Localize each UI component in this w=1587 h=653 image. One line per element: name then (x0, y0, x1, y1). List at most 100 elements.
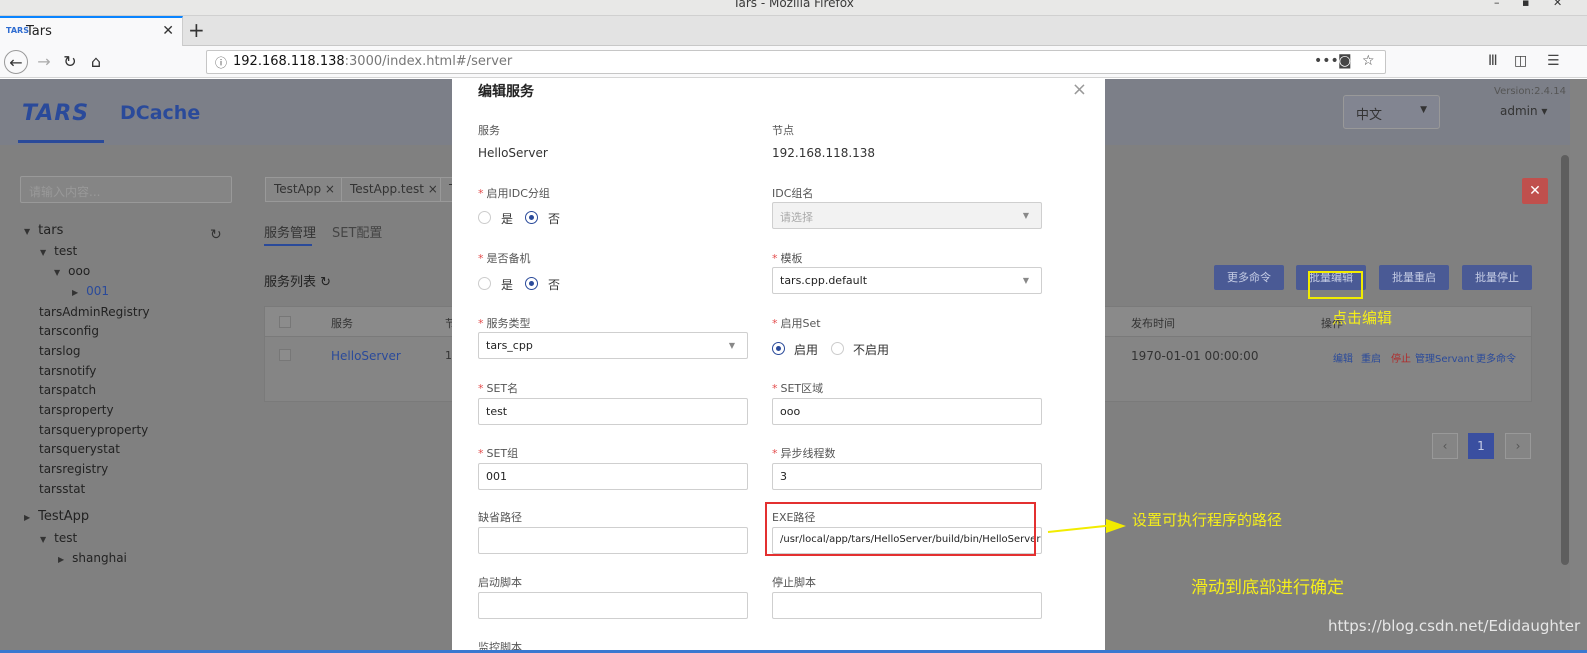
sidebar-toggle-icon[interactable]: ◫ (1514, 53, 1527, 69)
tree-node[interactable]: tarsproperty (39, 403, 114, 417)
set-group-label: * SET组 (478, 447, 519, 460)
restart-link[interactable]: 重启 (1361, 350, 1381, 365)
stop-link[interactable]: 停止 (1391, 350, 1411, 365)
idc-enable-label: * 启用IDC分组 (478, 187, 550, 200)
hamburger-menu-icon[interactable]: ☰ (1547, 53, 1560, 69)
active-tab-underline (264, 244, 312, 246)
node-label: 节点 (772, 124, 794, 137)
start-script-label: 启动脚本 (478, 576, 522, 589)
node-value: 192.168.118.138 (772, 146, 876, 160)
edit-link[interactable]: 编辑 (1333, 350, 1353, 365)
backup-yes-label: 是 (501, 278, 514, 292)
new-tab-icon[interactable]: + (188, 18, 205, 42)
tab-set-config[interactable]: SET配置 (332, 222, 382, 241)
modal-title: 编辑服务 (478, 84, 534, 100)
url-bar[interactable]: ⓘ 192.168.118.138:3000/index.html#/serve… (206, 50, 1386, 74)
idc-group-select[interactable]: 请选择 ▼ (772, 202, 1042, 229)
close-window-icon[interactable]: ✕ (1553, 0, 1562, 9)
set-group-input[interactable]: 001 (478, 463, 748, 490)
tree-refresh-icon[interactable]: ↻ (210, 227, 222, 243)
tars-favicon-icon: TARS (6, 26, 29, 35)
pocket-icon[interactable]: ◙ (1338, 53, 1352, 69)
browser-tabbar: TARS Tars ✕ + (0, 16, 1587, 46)
reload-icon[interactable]: ↻ (58, 50, 82, 74)
scrollbar-thumb[interactable] (1561, 155, 1569, 565)
set-disable-radio[interactable] (831, 342, 844, 355)
user-menu[interactable]: admin ▾ (1500, 104, 1547, 118)
tree-node[interactable]: ▼ ooo (54, 264, 90, 278)
idc-yes-radio[interactable] (478, 211, 491, 224)
more-commands-link[interactable]: 更多命令 (1476, 350, 1516, 365)
home-icon[interactable]: ⌂ (84, 50, 108, 74)
logo-active-underline (18, 140, 104, 143)
dcache-logo[interactable]: DCache (120, 102, 200, 124)
minimize-icon[interactable]: – (1494, 0, 1500, 9)
select-all-checkbox[interactable] (279, 316, 291, 328)
backup-yes-radio[interactable] (478, 277, 491, 290)
tree-node[interactable]: tarsnotify (39, 364, 96, 378)
edit-service-modal: 编辑服务 × 服务 HelloServer 节点 192.168.118.138… (452, 79, 1105, 653)
set-area-input[interactable]: ooo (772, 398, 1042, 425)
page-scrollbar[interactable] (1570, 79, 1587, 653)
row-checkbox[interactable] (279, 349, 291, 361)
tree-node[interactable]: tarslog (39, 344, 81, 358)
annotation-highlight-box (1308, 271, 1363, 299)
tars-logo[interactable]: TARS (22, 101, 89, 126)
modal-close-icon[interactable]: × (1072, 79, 1087, 100)
pager-prev-icon[interactable]: ‹ (1432, 433, 1458, 459)
tree-node[interactable]: tarsregistry (39, 462, 108, 476)
set-enable-label: * 启用Set (772, 317, 821, 330)
page-actions-icon[interactable]: ••• (1314, 53, 1339, 69)
set-enable-radio[interactable] (772, 342, 785, 355)
batch-restart-button[interactable]: 批量重启 (1379, 265, 1449, 290)
tree-node[interactable]: ▼ tars (24, 223, 63, 238)
tree-node[interactable]: tarsconfig (39, 324, 99, 338)
chevron-down-icon: ▼ (1022, 276, 1029, 285)
library-icon[interactable]: Ⅲ (1488, 53, 1498, 69)
default-path-input[interactable] (478, 527, 748, 554)
close-icon[interactable]: ✕ (1522, 178, 1548, 204)
async-threads-label: * 异步线程数 (772, 447, 836, 460)
bookmark-star-icon[interactable]: ☆ (1362, 53, 1375, 69)
tree-node[interactable]: ▼ test (40, 531, 77, 545)
batch-stop-button[interactable]: 批量停止 (1462, 265, 1532, 290)
tree-search-input[interactable]: 请输入内容... (20, 176, 232, 203)
service-link[interactable]: HelloServer (331, 349, 401, 363)
backup-no-radio[interactable] (525, 277, 538, 290)
maximize-icon[interactable]: ▪ (1522, 0, 1529, 9)
tab-close-icon[interactable]: ✕ (162, 23, 174, 39)
set-name-input[interactable]: test (478, 398, 748, 425)
pager-page[interactable]: 1 (1468, 433, 1494, 459)
pager-next-icon[interactable]: › (1505, 433, 1531, 459)
tree-node[interactable]: ▶ shanghai (58, 551, 127, 565)
back-icon[interactable]: ← (4, 50, 28, 74)
language-select[interactable]: 中文 ▼ (1343, 95, 1440, 129)
tree-node[interactable]: tarsAdminRegistry (39, 305, 150, 319)
app-tab[interactable]: TestApp × (265, 177, 344, 202)
template-select[interactable]: tars.cpp.default ▼ (772, 267, 1042, 294)
idc-no-radio[interactable] (525, 211, 538, 224)
async-threads-input[interactable]: 3 (772, 463, 1042, 490)
app-tab[interactable]: TestApp.test × (341, 177, 447, 202)
refresh-icon[interactable]: ↻ (320, 275, 331, 290)
tree-node[interactable]: ▼ test (40, 244, 77, 258)
tree-node[interactable]: tarsquerystat (39, 442, 120, 456)
tab-server-manage[interactable]: 服务管理 (264, 222, 316, 241)
tree-node[interactable]: tarsstat (39, 482, 85, 496)
tree-node-selected[interactable]: ▶ 001 (72, 284, 109, 298)
stop-script-input[interactable] (772, 592, 1042, 619)
info-icon[interactable]: ⓘ (215, 54, 227, 71)
tree-node[interactable]: ▶ TestApp (24, 509, 89, 524)
manage-servant-link[interactable]: 管理Servant (1415, 350, 1474, 365)
more-commands-button[interactable]: 更多命令 (1214, 265, 1284, 290)
browser-tab[interactable]: TARS Tars ✕ (0, 16, 183, 46)
idc-no-label: 否 (548, 212, 561, 226)
server-type-select[interactable]: tars_cpp ▼ (478, 332, 748, 359)
browser-navbar: ← → ↻ ⌂ ⓘ 192.168.118.138:3000/index.htm… (0, 46, 1587, 78)
tree-node[interactable]: tarsqueryproperty (39, 423, 148, 437)
forward-icon[interactable]: → (32, 50, 56, 74)
default-path-label: 缺省路径 (478, 511, 522, 524)
tree-node[interactable]: tarspatch (39, 383, 96, 397)
backup-label: * 是否备机 (478, 252, 531, 265)
start-script-input[interactable] (478, 592, 748, 619)
